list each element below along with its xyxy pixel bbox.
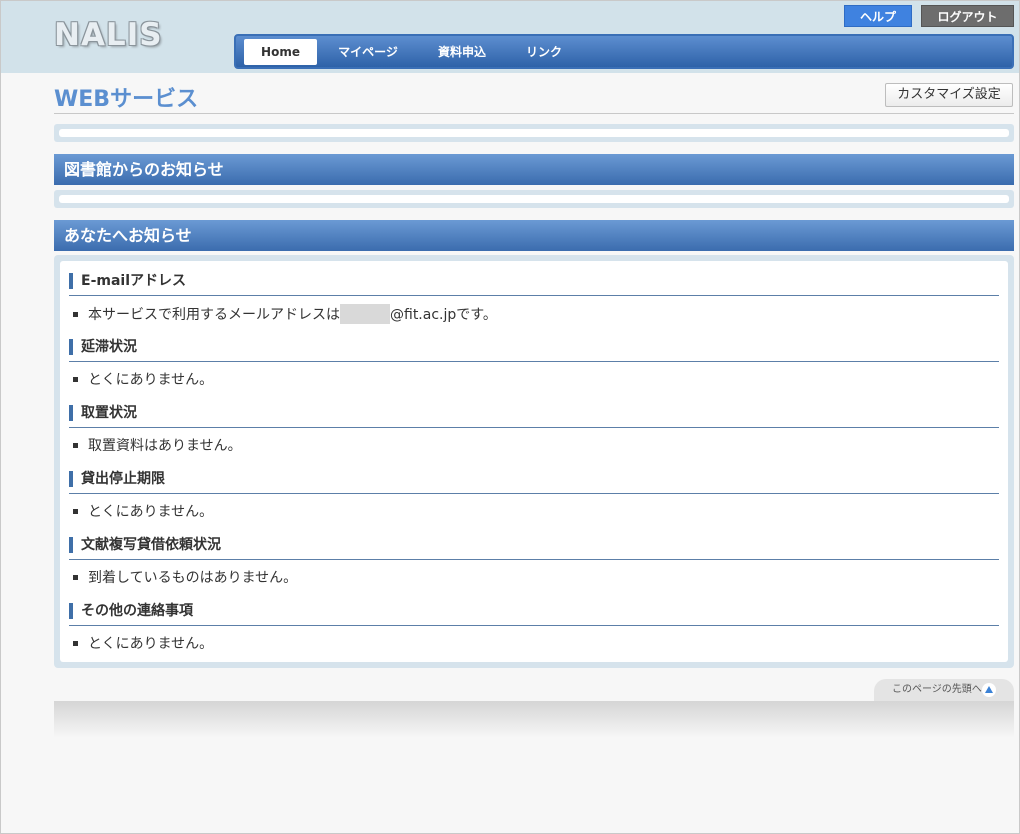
notice-heading-ill: 文献複写貸借依頼状況 bbox=[69, 536, 999, 560]
heading-marker bbox=[69, 339, 73, 355]
list-item-text: とくにありません。 bbox=[88, 636, 214, 652]
list-item-overdue: とくにありません。 bbox=[73, 371, 213, 389]
empty-panel-library-news bbox=[54, 190, 1014, 208]
notice-heading-text: E-mailアドレス bbox=[81, 273, 187, 289]
heading-marker bbox=[69, 537, 73, 553]
email-text-after: @fit.ac.jpです。 bbox=[390, 307, 497, 323]
list-item-text: とくにありません。 bbox=[88, 372, 214, 388]
site-logo[interactable]: NALIS bbox=[54, 17, 163, 53]
list-item-hold: 取置資料はありません。 bbox=[73, 437, 242, 455]
list-item-text: 到着しているものはありません。 bbox=[88, 570, 298, 586]
list-item-text: とくにありません。 bbox=[88, 504, 214, 520]
list-item-email: 本サービスで利用するメールアドレスは @fit.ac.jpです。 bbox=[73, 304, 497, 325]
notice-panel: E-mailアドレス 本サービスで利用するメールアドレスは @fit.ac.jpで… bbox=[54, 255, 1014, 668]
notice-heading-other: その他の連絡事項 bbox=[69, 602, 999, 626]
page-top-label: このページの先頭へ bbox=[892, 684, 982, 695]
heading-marker bbox=[69, 603, 73, 619]
main-nav: Home マイページ 資料申込 リンク bbox=[234, 34, 1014, 69]
notice-heading-hold: 取置状況 bbox=[69, 404, 999, 428]
list-item-ill: 到着しているものはありません。 bbox=[73, 569, 297, 587]
heading-marker bbox=[69, 471, 73, 487]
notice-heading-text: 取置状況 bbox=[81, 405, 137, 421]
bullet-icon bbox=[73, 508, 78, 514]
nav-mypage[interactable]: マイページ bbox=[328, 39, 408, 65]
logout-button[interactable]: ログアウト bbox=[921, 5, 1014, 27]
empty-panel-top bbox=[54, 124, 1014, 142]
list-item-text: 取置資料はありません。 bbox=[88, 438, 242, 454]
heading-marker bbox=[69, 273, 73, 289]
notice-heading-text: その他の連絡事項 bbox=[81, 603, 193, 619]
nav-request[interactable]: 資料申込 bbox=[424, 39, 500, 65]
page-title: WEBサービス bbox=[54, 87, 199, 112]
customize-button[interactable]: カスタマイズ設定 bbox=[885, 83, 1013, 107]
notice-heading-text: 延滞状況 bbox=[81, 339, 137, 355]
footer bbox=[54, 701, 1014, 737]
notice-heading-text: 文献複写貸借依頼状況 bbox=[81, 537, 221, 553]
nav-links[interactable]: リンク bbox=[512, 39, 576, 65]
bullet-icon bbox=[73, 574, 78, 580]
notice-list: E-mailアドレス 本サービスで利用するメールアドレスは @fit.ac.jpで… bbox=[60, 261, 1008, 662]
nav-home[interactable]: Home bbox=[244, 39, 317, 65]
section-library-news: 図書館からのお知らせ bbox=[54, 154, 1014, 185]
redacted-email-user bbox=[340, 304, 390, 324]
heading-marker bbox=[69, 405, 73, 421]
section-your-news: あなたへお知らせ bbox=[54, 220, 1014, 251]
bullet-icon bbox=[73, 640, 78, 646]
notice-heading-overdue: 延滞状況 bbox=[69, 338, 999, 362]
bullet-icon bbox=[73, 376, 78, 382]
notice-heading-email: E-mailアドレス bbox=[69, 272, 999, 296]
notice-heading-suspension: 貸出停止期限 bbox=[69, 470, 999, 494]
arrow-up-icon bbox=[982, 683, 996, 697]
help-button[interactable]: ヘルプ bbox=[844, 5, 912, 27]
email-text-before: 本サービスで利用するメールアドレスは bbox=[88, 307, 340, 323]
list-item-suspension: とくにありません。 bbox=[73, 503, 213, 521]
list-item-other: とくにありません。 bbox=[73, 635, 213, 653]
bullet-icon bbox=[73, 311, 78, 317]
page-top-link[interactable]: このページの先頭へ bbox=[874, 679, 1014, 701]
title-divider bbox=[54, 113, 1014, 114]
notice-heading-text: 貸出停止期限 bbox=[81, 471, 165, 487]
bullet-icon bbox=[73, 442, 78, 448]
